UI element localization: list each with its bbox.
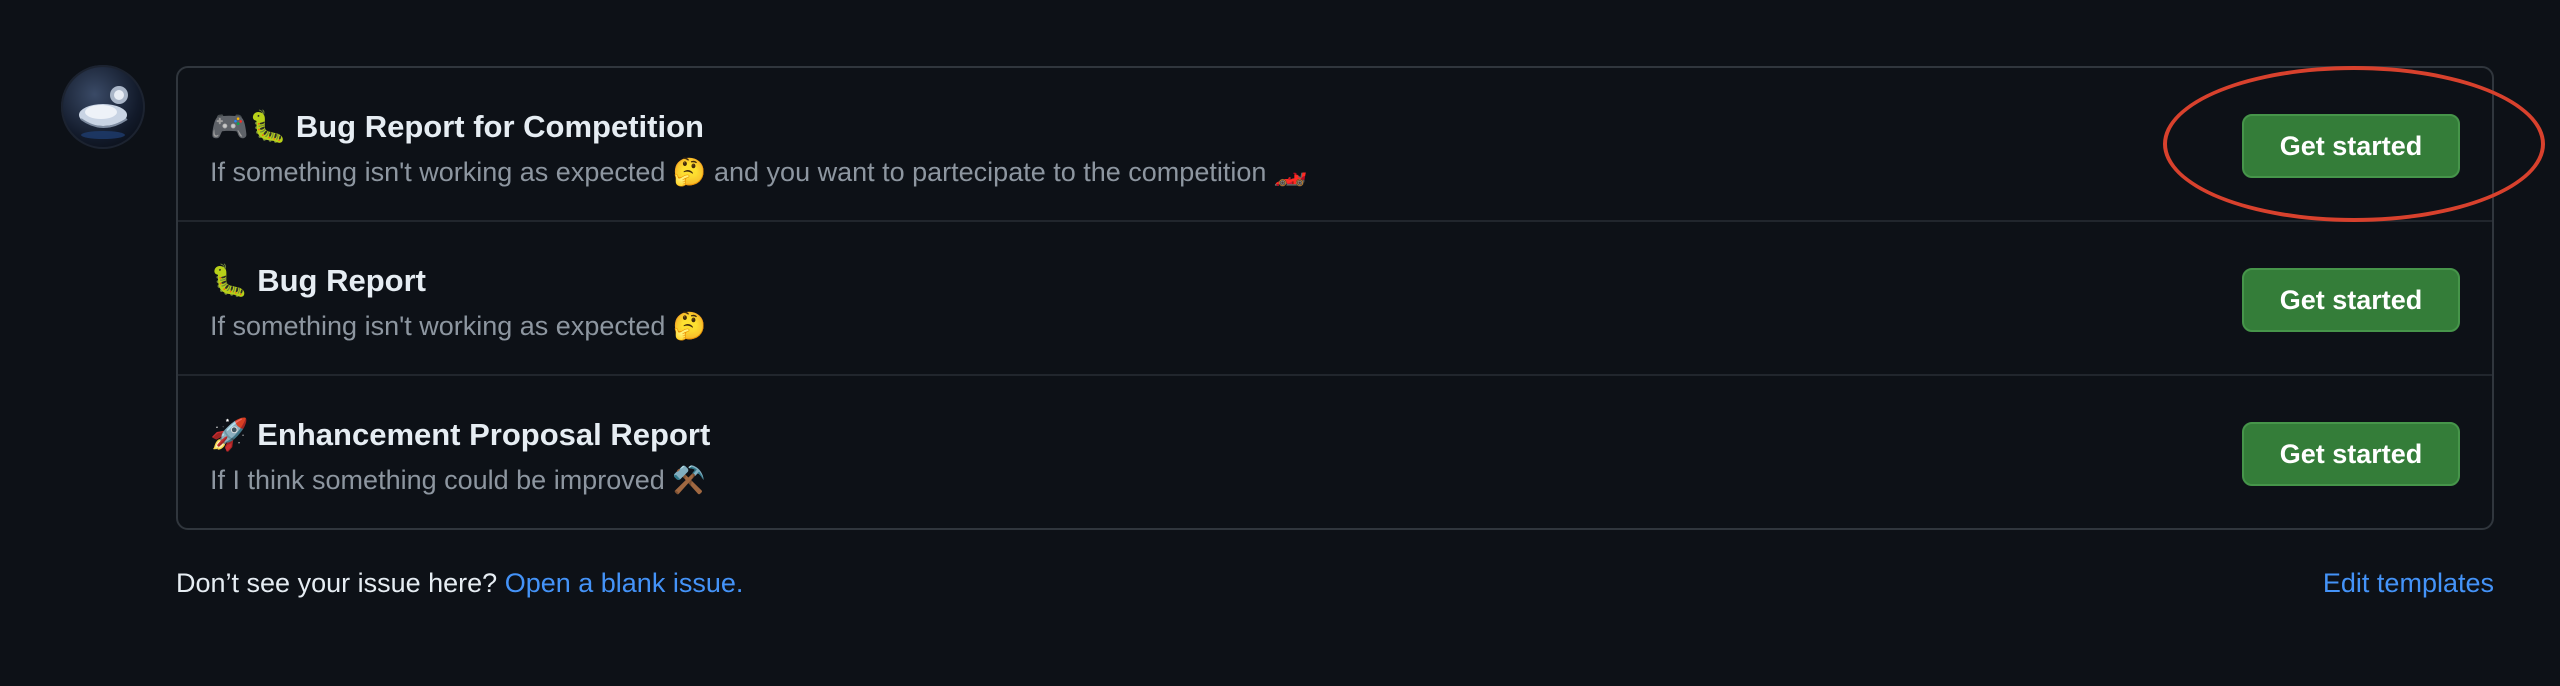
template-description: If I think something could be improved ⚒…	[210, 465, 706, 495]
get-started-button[interactable]: Get started	[2242, 268, 2460, 332]
footer-prompt: Don’t see your issue here? Open a blank …	[176, 568, 744, 598]
template-description: If something isn't working as expected 🤔…	[210, 157, 1308, 187]
template-row: 🎮🐛 Bug Report for Competition If somethi…	[178, 68, 2492, 222]
game-controller-bug-icon: 🎮🐛	[210, 109, 288, 144]
avatar[interactable]	[61, 65, 145, 149]
get-started-button[interactable]: Get started	[2242, 422, 2460, 486]
open-blank-issue-link[interactable]: Open a blank issue.	[505, 568, 744, 598]
get-started-button[interactable]: Get started	[2242, 114, 2460, 178]
template-title: 🚀 Enhancement Proposal Report	[210, 417, 711, 452]
rocket-icon: 🚀	[210, 417, 249, 452]
template-row: 🐛 Bug Report If something isn't working …	[178, 222, 2492, 376]
template-title: 🎮🐛 Bug Report for Competition	[210, 109, 704, 144]
bug-icon: 🐛	[210, 263, 249, 298]
edit-templates-link[interactable]: Edit templates	[2323, 568, 2494, 599]
template-description: If something isn't working as expected 🤔	[210, 311, 707, 341]
avatar-image	[79, 86, 128, 139]
template-list: 🎮🐛 Bug Report for Competition If somethi…	[176, 66, 2494, 530]
template-title: 🐛 Bug Report	[210, 263, 426, 298]
template-row: 🚀 Enhancement Proposal Report If I think…	[178, 376, 2492, 530]
issue-template-chooser: 🎮🐛 Bug Report for Competition If somethi…	[0, 0, 2560, 686]
